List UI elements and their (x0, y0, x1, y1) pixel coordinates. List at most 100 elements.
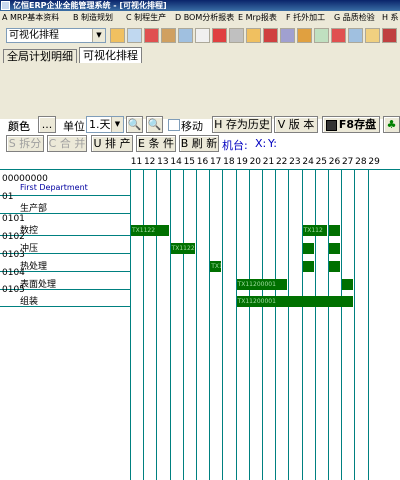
day-header: 14 (170, 157, 182, 167)
split-button[interactable]: S 拆分 (6, 135, 44, 152)
menu-bom-report[interactable]: D BOM分析报表 (175, 11, 234, 25)
tab-bar: 全局计划明细 可视化排程 (0, 47, 400, 64)
day-header: 13 (157, 157, 169, 167)
move-label: 移动 (181, 120, 203, 133)
toolbar-icon-5[interactable] (178, 28, 193, 43)
schedule-bar[interactable] (302, 261, 314, 272)
schedule-bar[interactable] (302, 243, 314, 254)
day-header: 18 (223, 157, 235, 167)
day-header: 21 (262, 157, 275, 167)
menu-mrp-basic[interactable]: A MRP基本资料 (2, 11, 59, 25)
day-header: 12 (143, 157, 156, 167)
day-header: 24 (302, 157, 314, 167)
run-button[interactable]: ♣ (383, 116, 400, 133)
app-icon (1, 1, 10, 10)
toolbar-icon-8[interactable] (229, 28, 244, 43)
zoom-in-button[interactable]: 🔍 (126, 116, 143, 133)
grid-column-line (182, 170, 184, 480)
refresh-button[interactable]: B 刷 新 (179, 135, 219, 152)
grid-column-line (130, 170, 131, 480)
window-title: 亿恒ERP企业全能管理系统 - [可视化排程] (13, 1, 167, 10)
toolbar-icon-14[interactable] (331, 28, 346, 43)
row-divider (0, 195, 130, 196)
module-select[interactable]: 可视化排程 ▼ (6, 28, 106, 43)
grid-column-line (288, 170, 290, 480)
color-picker-button[interactable]: ... (38, 116, 56, 133)
day-header: 27 (341, 157, 354, 167)
color-label-text: 颜色 (8, 120, 30, 133)
schedule-button[interactable]: U 排 产 (91, 135, 133, 152)
toolbar-icon-11[interactable] (280, 28, 295, 43)
f8-save-label: F8存盘 (338, 118, 377, 131)
menu-bar: A MRP基本资料 B 制造规划 C 制程生产 D BOM分析报表 E Mrp报… (0, 11, 400, 26)
grid-column-line (354, 170, 356, 480)
grid-column-line (275, 170, 277, 480)
schedule-bar[interactable]: TX11200001 (236, 296, 354, 307)
menu-planning[interactable]: B 制造规划 (73, 11, 113, 25)
tab-global-plan[interactable]: 全局计划明细 (3, 49, 77, 63)
grid-column-line (301, 170, 303, 480)
grid-column-line (196, 170, 197, 480)
condition-button[interactable]: E 条 件 (136, 135, 176, 152)
save-history-button[interactable]: H 存为历史 (212, 116, 272, 133)
zoom-out-button[interactable]: 🔍 (146, 116, 163, 133)
grid-column-line (222, 170, 224, 480)
schedule-bar[interactable]: TX11200001 (236, 279, 288, 290)
unit-label: 单位 (63, 120, 85, 133)
schedule-bar[interactable] (329, 243, 341, 254)
toolbar: 可视化排程 ▼ (0, 25, 400, 48)
toolbar-icon-7[interactable] (212, 28, 227, 43)
day-header: 23 (289, 157, 301, 167)
schedule-bar[interactable]: TX1 (210, 261, 222, 272)
toolbar-icon-12[interactable] (297, 28, 312, 43)
version-button[interactable]: V 版 本 (274, 116, 318, 133)
menu-outsourcing[interactable]: F 托外加工 (286, 11, 325, 25)
unit-select[interactable]: 1.天 ▼ (86, 116, 124, 133)
day-header: 29 (368, 157, 380, 167)
schedule-bar[interactable] (329, 225, 341, 236)
toolbar-icon-10[interactable] (263, 28, 278, 43)
schedule-bar[interactable]: TX1122 (170, 243, 195, 254)
grid-column-line (248, 170, 250, 480)
y-coordinate-label: Y: (268, 137, 277, 150)
toolbar-icon-4[interactable] (161, 28, 176, 43)
day-header: 11 (130, 157, 143, 167)
menu-production[interactable]: C 制程生产 (126, 11, 166, 25)
grid-column-line (328, 170, 329, 480)
row-name[interactable]: First Department (20, 183, 88, 192)
gantt-chart[interactable]: 11 12 13 14 15 16 17 18 19 20 21 22 23 24 25 26 27 28 29 0… (0, 156, 400, 480)
toolbar-icon-17[interactable] (382, 28, 397, 43)
grid-column-line (156, 170, 158, 480)
schedule-bar[interactable]: TX112 (302, 225, 327, 236)
day-header: 28 (355, 157, 367, 167)
x-coordinate-label: X: (255, 137, 267, 150)
f8-save-button[interactable]: F8存盘 (322, 116, 380, 133)
save-icon (325, 119, 337, 131)
toolbar-icon-2[interactable] (127, 28, 142, 43)
menu-system[interactable]: H 系 (382, 11, 399, 25)
zoom-out-icon: 🔍 (147, 118, 162, 131)
day-header: 22 (275, 157, 288, 167)
toolbar-icon-6[interactable] (195, 28, 210, 43)
move-checkbox[interactable] (168, 119, 180, 131)
row-divider (0, 306, 130, 307)
menu-mrp-report[interactable]: E Mrp报表 (238, 11, 277, 25)
toolbar-icon-1[interactable] (110, 28, 125, 43)
grid-column-line (262, 170, 263, 480)
grid-column-line (235, 170, 237, 480)
toolbar-icon-15[interactable] (348, 28, 363, 43)
schedule-bar[interactable] (342, 279, 354, 290)
module-select-value: 可视化排程 (9, 30, 59, 41)
schedule-bar[interactable]: TX1122 (131, 225, 169, 236)
toolbar-icon-9[interactable] (246, 28, 261, 43)
toolbar-icon-3[interactable] (144, 28, 159, 43)
menu-quality[interactable]: G 品质检验 (334, 11, 375, 25)
grid-column-line (341, 170, 343, 480)
merge-button[interactable]: C 合 并 (47, 135, 87, 152)
title-bar: 亿恒ERP企业全能管理系统 - [可视化排程] (0, 0, 400, 11)
toolbar-icon-13[interactable] (314, 28, 329, 43)
toolbar-icon-16[interactable] (365, 28, 380, 43)
schedule-bar[interactable] (329, 261, 341, 272)
zoom-in-icon: 🔍 (127, 118, 142, 131)
tab-visual-schedule[interactable]: 可视化排程 (79, 47, 142, 63)
